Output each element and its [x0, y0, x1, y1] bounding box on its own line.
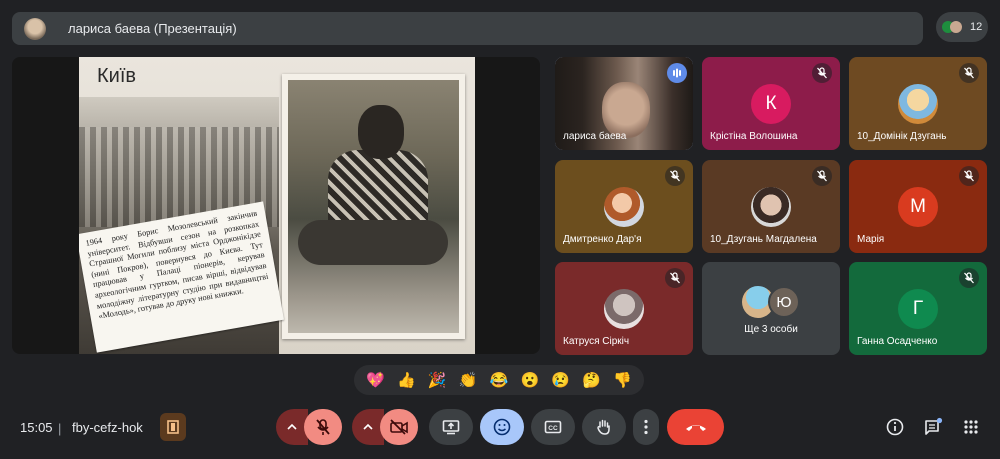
- participant-tile[interactable]: 10_Дзугань Магдалена: [702, 160, 840, 253]
- participant-tile[interactable]: Дмитренко Дар'я: [555, 160, 693, 253]
- door-icon: [167, 420, 179, 434]
- presentation-stage: Київ 1964 року Борис Мозолевський закінч…: [12, 57, 540, 354]
- participant-mini-avatar: [950, 21, 962, 33]
- reaction-laugh[interactable]: 😂: [488, 371, 510, 389]
- participant-name: Крістіна Волошина: [710, 131, 798, 142]
- leave-call-button[interactable]: [667, 409, 724, 445]
- presenter-avatar: [24, 17, 46, 40]
- portrait-photo: [282, 74, 465, 339]
- picture-in-picture-button[interactable]: [160, 413, 186, 441]
- more-options-button[interactable]: [633, 409, 659, 445]
- camera-toggle-button[interactable]: [380, 409, 418, 445]
- svg-text:CC: CC: [548, 425, 558, 432]
- reaction-clap[interactable]: 👏: [457, 371, 479, 389]
- captions-icon: CC: [544, 420, 562, 434]
- activities-button[interactable]: [958, 414, 984, 440]
- meeting-code: fby-cefz-hok: [72, 420, 143, 435]
- reaction-party[interactable]: 🎉: [426, 371, 448, 389]
- participant-name: 10_Домінік Дзугань: [857, 131, 947, 142]
- mic-off-icon: [959, 268, 979, 288]
- participant-tile[interactable]: лариса баева: [555, 57, 693, 150]
- participant-tile[interactable]: Ю Ще 3 особи: [702, 262, 840, 355]
- microphone-toggle-button[interactable]: [304, 409, 342, 445]
- mic-off-icon: [959, 63, 979, 83]
- hang-up-icon: [685, 425, 706, 431]
- reaction-heart[interactable]: 💖: [364, 371, 386, 389]
- present-screen-button[interactable]: [429, 409, 473, 445]
- participant-name: Марія: [857, 234, 885, 245]
- participant-avatar: М: [898, 186, 938, 227]
- reaction-thinking[interactable]: 🤔: [581, 371, 603, 389]
- info-separator: |: [58, 421, 62, 436]
- reactions-bar: 💖 👍 🎉 👏 😂 😮 😢 🤔 👎: [354, 365, 644, 395]
- reaction-sad[interactable]: 😢: [550, 371, 572, 389]
- participant-name: 10_Дзугань Магдалена: [710, 234, 817, 245]
- slide: Київ 1964 року Борис Мозолевський закінч…: [79, 57, 475, 354]
- participant-avatar: [604, 288, 644, 329]
- mic-off-icon: [959, 166, 979, 186]
- meeting-details-button[interactable]: [882, 414, 908, 440]
- participant-tile[interactable]: Катруся Сіркіч: [555, 262, 693, 355]
- slide-title: Київ: [97, 65, 137, 87]
- participant-name: Катруся Сіркіч: [563, 336, 630, 347]
- captions-button[interactable]: CC: [531, 409, 575, 445]
- meet-call-screen: лариса баева (Презентація) 12 Київ 1964 …: [0, 0, 1000, 459]
- chevron-up-icon: [287, 423, 297, 430]
- participant-avatar: [604, 186, 644, 227]
- microphone-control: [276, 409, 342, 445]
- camera-control: [352, 409, 418, 445]
- speaking-indicator-icon: [667, 63, 687, 83]
- participant-tile[interactable]: Г Ганна Осадченко: [849, 262, 987, 355]
- smiley-icon: [493, 418, 511, 436]
- participant-avatar: К: [751, 83, 791, 124]
- participant-name: лариса баева: [563, 131, 627, 142]
- reaction-surprised[interactable]: 😮: [519, 371, 541, 389]
- chat-icon: [925, 417, 943, 435]
- more-participants-label: Ще 3 особи: [744, 324, 798, 335]
- presentation-banner[interactable]: лариса баева (Презентація): [12, 12, 923, 45]
- participant-tile[interactable]: 10_Домінік Дзугань: [849, 57, 987, 150]
- reactions-button[interactable]: [480, 409, 524, 445]
- reaction-thumbs-up[interactable]: 👍: [395, 371, 417, 389]
- participant-avatar: Ю: [768, 286, 800, 318]
- participant-avatar: Г: [898, 288, 938, 329]
- mic-off-icon: [812, 63, 832, 83]
- mic-off-icon: [665, 166, 685, 186]
- presenter-title: лариса баева (Презентація): [68, 21, 237, 36]
- participant-tile[interactable]: М Марія: [849, 160, 987, 253]
- participant-avatar: [751, 186, 791, 227]
- participant-count: 12: [970, 21, 983, 33]
- info-icon: [886, 418, 904, 436]
- participant-name: Ганна Осадченко: [857, 336, 938, 347]
- participant-name: Дмитренко Дар'я: [563, 234, 642, 245]
- clock-time: 15:05: [20, 420, 53, 435]
- participants-button[interactable]: 12: [936, 12, 988, 42]
- present-icon: [442, 420, 460, 435]
- chevron-up-icon: [363, 423, 373, 430]
- more-vert-icon: [644, 419, 648, 435]
- chat-button[interactable]: [920, 414, 946, 440]
- hand-icon: [597, 419, 610, 435]
- camera-off-icon: [390, 419, 408, 435]
- reaction-thumbs-down[interactable]: 👎: [611, 371, 633, 389]
- mic-off-icon: [812, 166, 832, 186]
- apps-grid-icon: [964, 420, 978, 434]
- participant-tile[interactable]: К Крістіна Волошина: [702, 57, 840, 150]
- participant-avatar: [898, 83, 938, 124]
- raise-hand-button[interactable]: [582, 409, 626, 445]
- mic-off-icon: [665, 268, 685, 288]
- mic-off-icon: [316, 419, 330, 435]
